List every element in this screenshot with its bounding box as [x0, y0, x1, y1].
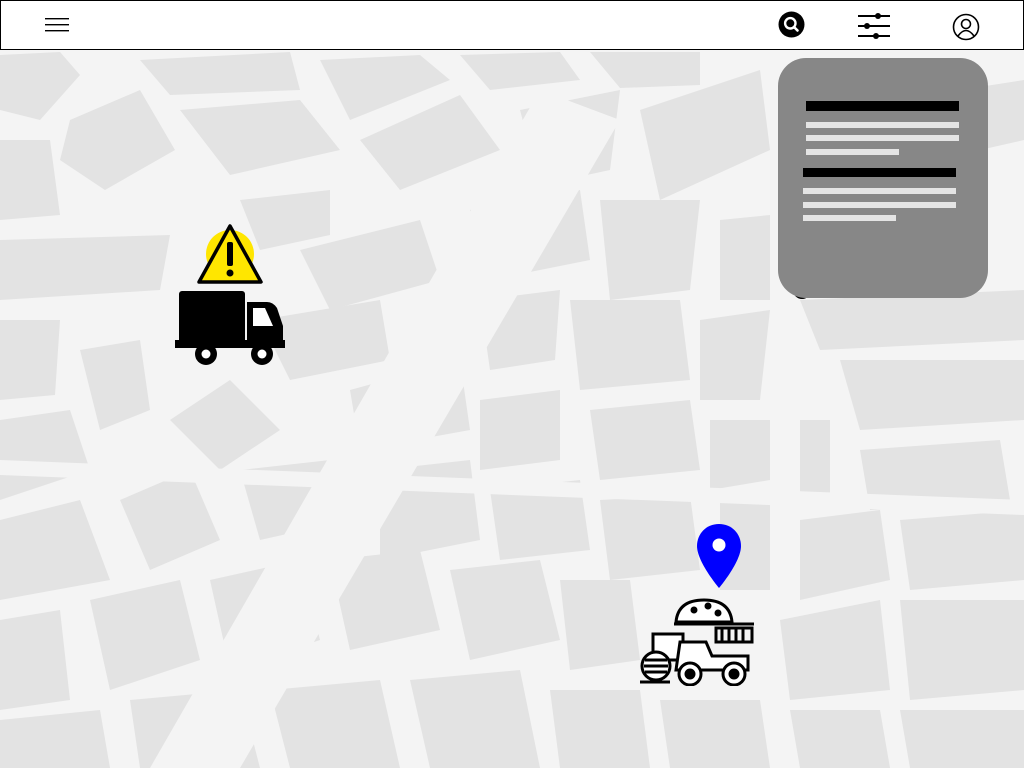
delivery-truck-icon[interactable]: [175, 290, 287, 373]
warning-icon[interactable]: [195, 222, 265, 291]
info-panel-text-line: [803, 188, 956, 194]
info-panel-text-line: [803, 202, 956, 208]
info-panel: [778, 58, 988, 298]
info-panel-heading-2: [803, 168, 956, 177]
info-panel-text-line: [806, 135, 959, 141]
farm-tractor-icon[interactable]: [636, 590, 756, 691]
info-panel-text-line: [806, 122, 959, 128]
search-icon[interactable]: [778, 11, 805, 38]
top-toolbar: [0, 0, 1024, 50]
location-pin-icon[interactable]: [695, 522, 743, 597]
info-panel-heading-1: [806, 101, 959, 111]
info-panel-text-line: [806, 149, 899, 155]
info-panel-text-line: [803, 215, 896, 221]
hamburger-menu-icon[interactable]: [45, 17, 71, 33]
sliders-filter-icon[interactable]: [856, 10, 892, 42]
user-account-icon[interactable]: [952, 13, 980, 41]
